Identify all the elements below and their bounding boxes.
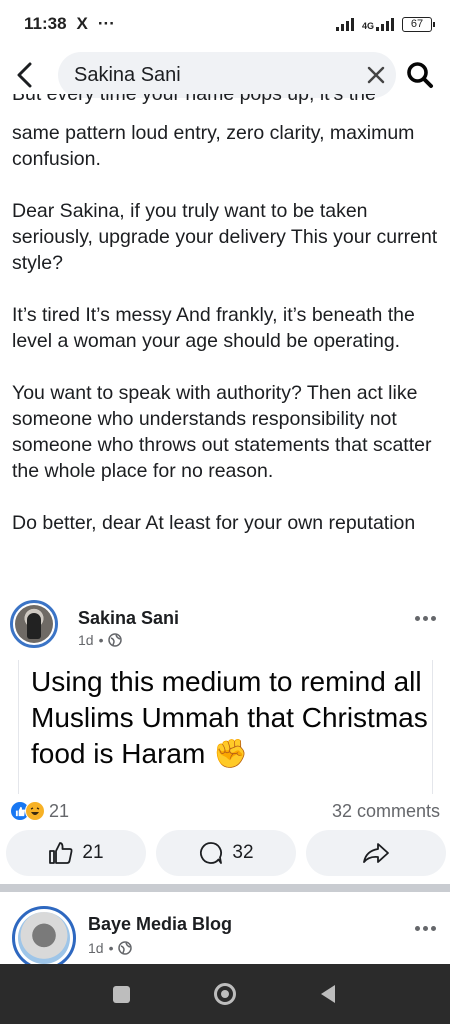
search-query: Sakina Sani bbox=[74, 63, 181, 86]
shared-post-meta: 1d • bbox=[78, 632, 123, 648]
recents-button[interactable] bbox=[102, 974, 142, 1014]
share-icon bbox=[363, 843, 389, 863]
next-post-header: Baye Media Blog 1d • bbox=[0, 898, 450, 964]
chevron-left-icon bbox=[17, 62, 32, 88]
meta-separator: • bbox=[98, 632, 104, 648]
feed-separator bbox=[0, 884, 450, 892]
next-post-author[interactable]: Baye Media Blog bbox=[88, 914, 232, 935]
post-paragraph: same pattern loud entry, zero clarity, m… bbox=[12, 122, 415, 170]
back-button[interactable] bbox=[2, 52, 48, 98]
battery-icon: 67 bbox=[402, 16, 435, 32]
thumbs-up-icon bbox=[49, 842, 73, 864]
like-count: 21 bbox=[82, 842, 104, 863]
post-actions: 21 32 bbox=[6, 830, 446, 876]
post-paragraph: You want to speak with authority? Then a… bbox=[12, 382, 432, 482]
post-time[interactable]: 1d bbox=[88, 940, 104, 956]
status-right: 4G 67 bbox=[335, 16, 435, 32]
avatar[interactable] bbox=[10, 600, 58, 648]
post-options-button[interactable] bbox=[410, 918, 440, 938]
shared-post-author[interactable]: Sakina Sani bbox=[78, 608, 179, 629]
network-type: 4G bbox=[361, 21, 374, 31]
search-input[interactable]: Sakina Sani bbox=[58, 52, 396, 98]
status-bar: 11:38 X ··· 4G 67 bbox=[0, 0, 450, 48]
signal-icon bbox=[335, 17, 354, 31]
x-app-icon: X bbox=[76, 14, 88, 33]
square-icon bbox=[113, 985, 131, 1003]
post-body: But every time your name pops up, it’s t… bbox=[12, 94, 438, 562]
reaction-count: 21 bbox=[49, 800, 70, 821]
share-button[interactable] bbox=[306, 830, 446, 876]
close-icon bbox=[367, 66, 385, 84]
shared-post-text: Using this medium to remind all Muslims … bbox=[18, 660, 433, 794]
globe-icon bbox=[118, 941, 133, 955]
post-paragraph: But every time your name pops up, it’s t… bbox=[12, 94, 376, 105]
post-paragraph: Do better, dear At least for your own re… bbox=[12, 512, 416, 534]
reaction-summary[interactable]: 21 bbox=[10, 801, 69, 822]
triangle-back-icon bbox=[321, 985, 336, 1003]
comment-button[interactable]: 32 bbox=[156, 830, 296, 876]
comment-count: 32 bbox=[232, 842, 254, 863]
post-options-button[interactable] bbox=[410, 608, 440, 628]
comment-icon bbox=[200, 842, 223, 864]
more-notifications-icon: ··· bbox=[97, 14, 115, 33]
post-time[interactable]: 1d bbox=[78, 632, 94, 648]
like-button[interactable]: 21 bbox=[6, 830, 146, 876]
back-nav-button[interactable] bbox=[308, 974, 348, 1014]
signal-4g-icon: 4G bbox=[362, 17, 394, 31]
search-button[interactable] bbox=[396, 52, 444, 98]
status-left: 11:38 X ··· bbox=[24, 14, 115, 34]
haha-reaction-icon bbox=[25, 801, 45, 821]
search-icon bbox=[407, 62, 433, 88]
home-button[interactable] bbox=[205, 974, 245, 1014]
system-nav-bar bbox=[0, 964, 450, 1024]
reactions-bar: 21 32 comments bbox=[10, 798, 440, 824]
meta-separator: • bbox=[108, 940, 114, 956]
post-paragraph: Dear Sakina, if you truly want to be tak… bbox=[12, 200, 438, 274]
circle-icon bbox=[213, 983, 236, 1005]
globe-icon bbox=[108, 633, 123, 647]
comments-count[interactable]: 32 comments bbox=[332, 801, 440, 822]
post-paragraph: It’s tired It’s messy And frankly, it’s … bbox=[12, 304, 415, 352]
shared-post-header: Sakina Sani 1d • bbox=[0, 596, 450, 656]
avatar[interactable] bbox=[12, 906, 76, 964]
clock: 11:38 bbox=[24, 14, 67, 33]
clear-search-button[interactable] bbox=[356, 55, 396, 95]
next-post-meta: 1d • bbox=[88, 940, 133, 956]
